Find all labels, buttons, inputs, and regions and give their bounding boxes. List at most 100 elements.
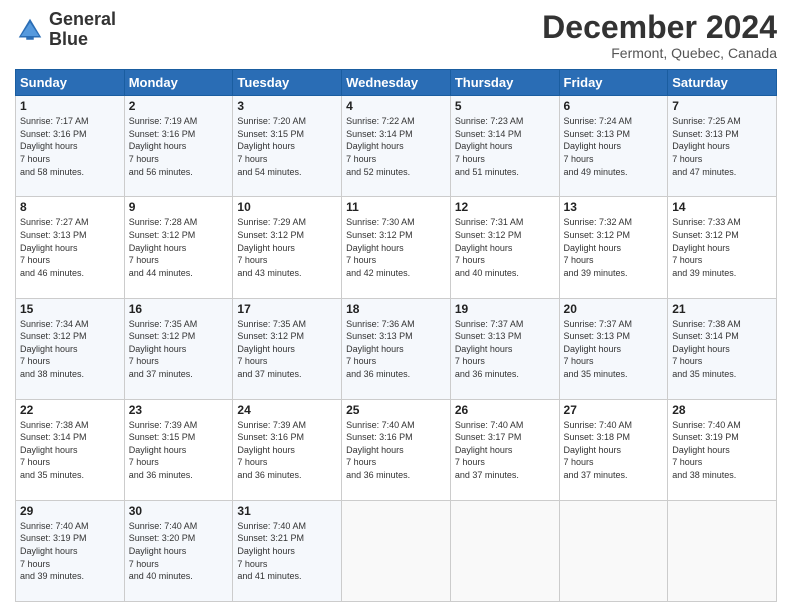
calendar-cell: 28 Sunrise: 7:40 AMSunset: 3:19 PMDaylig… [668,399,777,500]
calendar-cell: 25 Sunrise: 7:40 AMSunset: 3:16 PMDaylig… [342,399,451,500]
calendar-cell: 29 Sunrise: 7:40 AMSunset: 3:19 PMDaylig… [16,500,125,601]
calendar-cell: 7 Sunrise: 7:25 AMSunset: 3:13 PMDayligh… [668,96,777,197]
day-number: 26 [455,403,555,417]
calendar-table: Sunday Monday Tuesday Wednesday Thursday… [15,69,777,602]
calendar-cell: 12 Sunrise: 7:31 AMSunset: 3:12 PMDaylig… [450,197,559,298]
header-sunday: Sunday [16,70,125,96]
calendar-cell: 31 Sunrise: 7:40 AMSunset: 3:21 PMDaylig… [233,500,342,601]
page: General Blue December 2024 Fermont, Queb… [0,0,792,612]
calendar-cell: 21 Sunrise: 7:38 AMSunset: 3:14 PMDaylig… [668,298,777,399]
day-info: Sunrise: 7:40 AMSunset: 3:21 PMDaylight … [237,520,337,583]
logo-line2: Blue [49,30,116,50]
day-number: 24 [237,403,337,417]
calendar-cell: 3 Sunrise: 7:20 AMSunset: 3:15 PMDayligh… [233,96,342,197]
day-info: Sunrise: 7:39 AMSunset: 3:15 PMDaylight … [129,419,229,482]
day-number: 14 [672,200,772,214]
header-monday: Monday [124,70,233,96]
day-info: Sunrise: 7:37 AMSunset: 3:13 PMDaylight … [455,318,555,381]
calendar-cell: 27 Sunrise: 7:40 AMSunset: 3:18 PMDaylig… [559,399,668,500]
header-tuesday: Tuesday [233,70,342,96]
day-info: Sunrise: 7:39 AMSunset: 3:16 PMDaylight … [237,419,337,482]
calendar-cell: 10 Sunrise: 7:29 AMSunset: 3:12 PMDaylig… [233,197,342,298]
header-thursday: Thursday [450,70,559,96]
day-info: Sunrise: 7:35 AMSunset: 3:12 PMDaylight … [237,318,337,381]
day-number: 17 [237,302,337,316]
logo: General Blue [15,10,116,50]
day-info: Sunrise: 7:24 AMSunset: 3:13 PMDaylight … [564,115,664,178]
day-number: 6 [564,99,664,113]
day-info: Sunrise: 7:38 AMSunset: 3:14 PMDaylight … [20,419,120,482]
day-number: 2 [129,99,229,113]
day-info: Sunrise: 7:25 AMSunset: 3:13 PMDaylight … [672,115,772,178]
calendar-cell: 17 Sunrise: 7:35 AMSunset: 3:12 PMDaylig… [233,298,342,399]
calendar-cell: 1 Sunrise: 7:17 AMSunset: 3:16 PMDayligh… [16,96,125,197]
calendar-header-row: Sunday Monday Tuesday Wednesday Thursday… [16,70,777,96]
calendar-cell: 22 Sunrise: 7:38 AMSunset: 3:14 PMDaylig… [16,399,125,500]
day-number: 23 [129,403,229,417]
day-number: 3 [237,99,337,113]
day-info: Sunrise: 7:28 AMSunset: 3:12 PMDaylight … [129,216,229,279]
day-number: 18 [346,302,446,316]
day-info: Sunrise: 7:17 AMSunset: 3:16 PMDaylight … [20,115,120,178]
calendar-cell [668,500,777,601]
day-number: 30 [129,504,229,518]
title-block: December 2024 Fermont, Quebec, Canada [542,10,777,61]
day-number: 15 [20,302,120,316]
day-number: 7 [672,99,772,113]
day-number: 4 [346,99,446,113]
logo-icon [15,15,45,45]
day-number: 19 [455,302,555,316]
calendar-week-row: 8 Sunrise: 7:27 AMSunset: 3:13 PMDayligh… [16,197,777,298]
day-info: Sunrise: 7:20 AMSunset: 3:15 PMDaylight … [237,115,337,178]
day-info: Sunrise: 7:37 AMSunset: 3:13 PMDaylight … [564,318,664,381]
month-title: December 2024 [542,10,777,45]
header-wednesday: Wednesday [342,70,451,96]
calendar-cell: 19 Sunrise: 7:37 AMSunset: 3:13 PMDaylig… [450,298,559,399]
calendar-week-row: 29 Sunrise: 7:40 AMSunset: 3:19 PMDaylig… [16,500,777,601]
logo-line1: General [49,10,116,30]
calendar-cell: 5 Sunrise: 7:23 AMSunset: 3:14 PMDayligh… [450,96,559,197]
day-number: 13 [564,200,664,214]
calendar-cell: 20 Sunrise: 7:37 AMSunset: 3:13 PMDaylig… [559,298,668,399]
day-number: 25 [346,403,446,417]
calendar-week-row: 1 Sunrise: 7:17 AMSunset: 3:16 PMDayligh… [16,96,777,197]
day-info: Sunrise: 7:22 AMSunset: 3:14 PMDaylight … [346,115,446,178]
day-number: 1 [20,99,120,113]
calendar-cell: 18 Sunrise: 7:36 AMSunset: 3:13 PMDaylig… [342,298,451,399]
location: Fermont, Quebec, Canada [542,45,777,61]
day-number: 5 [455,99,555,113]
day-info: Sunrise: 7:23 AMSunset: 3:14 PMDaylight … [455,115,555,178]
day-info: Sunrise: 7:40 AMSunset: 3:17 PMDaylight … [455,419,555,482]
day-info: Sunrise: 7:32 AMSunset: 3:12 PMDaylight … [564,216,664,279]
day-number: 27 [564,403,664,417]
calendar-cell: 23 Sunrise: 7:39 AMSunset: 3:15 PMDaylig… [124,399,233,500]
day-info: Sunrise: 7:27 AMSunset: 3:13 PMDaylight … [20,216,120,279]
calendar-cell: 16 Sunrise: 7:35 AMSunset: 3:12 PMDaylig… [124,298,233,399]
day-info: Sunrise: 7:40 AMSunset: 3:19 PMDaylight … [672,419,772,482]
calendar-cell: 30 Sunrise: 7:40 AMSunset: 3:20 PMDaylig… [124,500,233,601]
day-info: Sunrise: 7:38 AMSunset: 3:14 PMDaylight … [672,318,772,381]
day-number: 10 [237,200,337,214]
calendar-cell: 2 Sunrise: 7:19 AMSunset: 3:16 PMDayligh… [124,96,233,197]
day-number: 28 [672,403,772,417]
calendar-cell: 11 Sunrise: 7:30 AMSunset: 3:12 PMDaylig… [342,197,451,298]
day-info: Sunrise: 7:30 AMSunset: 3:12 PMDaylight … [346,216,446,279]
calendar-cell: 9 Sunrise: 7:28 AMSunset: 3:12 PMDayligh… [124,197,233,298]
day-info: Sunrise: 7:40 AMSunset: 3:16 PMDaylight … [346,419,446,482]
day-info: Sunrise: 7:40 AMSunset: 3:19 PMDaylight … [20,520,120,583]
day-info: Sunrise: 7:33 AMSunset: 3:12 PMDaylight … [672,216,772,279]
header: General Blue December 2024 Fermont, Queb… [15,10,777,61]
day-number: 29 [20,504,120,518]
day-info: Sunrise: 7:40 AMSunset: 3:20 PMDaylight … [129,520,229,583]
calendar-week-row: 15 Sunrise: 7:34 AMSunset: 3:12 PMDaylig… [16,298,777,399]
day-number: 31 [237,504,337,518]
calendar-cell: 8 Sunrise: 7:27 AMSunset: 3:13 PMDayligh… [16,197,125,298]
day-number: 9 [129,200,229,214]
day-info: Sunrise: 7:40 AMSunset: 3:18 PMDaylight … [564,419,664,482]
day-number: 8 [20,200,120,214]
calendar-cell: 13 Sunrise: 7:32 AMSunset: 3:12 PMDaylig… [559,197,668,298]
day-info: Sunrise: 7:35 AMSunset: 3:12 PMDaylight … [129,318,229,381]
day-number: 12 [455,200,555,214]
calendar-cell: 6 Sunrise: 7:24 AMSunset: 3:13 PMDayligh… [559,96,668,197]
calendar-cell: 26 Sunrise: 7:40 AMSunset: 3:17 PMDaylig… [450,399,559,500]
